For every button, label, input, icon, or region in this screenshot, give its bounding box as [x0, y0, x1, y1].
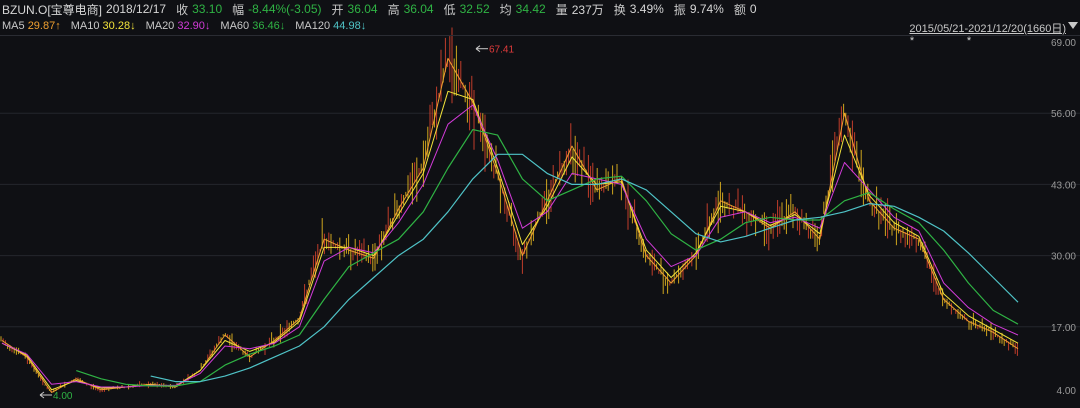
low-label: 低	[443, 2, 456, 17]
low-marker-label: 4.00	[53, 391, 73, 402]
quote-date: 2018/12/17	[106, 2, 167, 16]
event-star-marker: *	[910, 35, 915, 47]
y-tick-label: 17.00	[1051, 323, 1076, 334]
turnover-label: 换	[613, 2, 626, 17]
amount-label: 额	[733, 2, 746, 17]
ma20-arrow: ↓	[204, 20, 211, 32]
ma10-label: MA10	[70, 20, 100, 32]
event-star-marker: *	[967, 35, 972, 47]
ma20-legend: MA20 32.90↓	[146, 20, 211, 32]
date-range-selector[interactable]: 2015/05/21-2021/12/20(1660日)	[909, 20, 1066, 36]
series-line	[1, 57, 1019, 393]
amplitude-label: 振	[673, 2, 686, 17]
y-tick-label: 4.00	[1057, 386, 1077, 397]
close-label: 收	[176, 2, 189, 17]
amount-value: 0	[749, 2, 757, 16]
volume-label: 量	[555, 2, 568, 17]
ma5-arrow: ↑	[55, 20, 61, 32]
ma20-value: 32.90	[177, 20, 205, 32]
low-value: 32.52	[459, 2, 490, 16]
high-marker-label: 67.41	[489, 45, 514, 56]
ma120-arrow: ↓	[360, 20, 367, 32]
ma10-value: 30.28	[102, 20, 131, 32]
kline-chart: 69.00 56.00 43.00 30.00 17.00 4.00 67.41 4.00 * *	[0, 27, 1080, 402]
dropdown-caret-icon[interactable]	[1068, 22, 1078, 29]
y-tick-label: 43.00	[1051, 180, 1076, 191]
volume-value: 237万	[571, 2, 604, 17]
ma60-value: 36.46	[252, 20, 280, 32]
open-label: 开	[331, 2, 344, 17]
ma60-label: MA60	[220, 20, 250, 32]
y-tick-label: 56.00	[1051, 109, 1076, 120]
ma20-label: MA20	[145, 20, 175, 32]
high-value: 36.04	[403, 2, 434, 16]
ma120-legend: MA120 44.98↓	[295, 20, 366, 32]
avg-label: 均	[499, 2, 512, 17]
series-line	[76, 129, 1019, 387]
ma60-arrow: ↓	[279, 20, 286, 32]
close-value: 33.10	[192, 2, 223, 16]
ma120-value: 44.98	[333, 20, 361, 32]
ma5-label: MA5	[2, 20, 25, 32]
turnover-value: 3.49%	[629, 2, 664, 16]
ma-legend: MA5 29.87↑ MA10 30.28↓ MA20 32.90↓ MA60 …	[2, 19, 376, 33]
series-line	[1, 104, 1019, 388]
quote-row: BZUN.O[宝尊电商] 2018/12/17 收 33.10 幅 -8.44%…	[2, 1, 761, 17]
open-value: 36.04	[347, 2, 378, 16]
stock-symbol[interactable]: BZUN.O[宝尊电商]	[2, 1, 102, 18]
header-divider	[0, 35, 1080, 36]
ma5-legend: MA5 29.87↑	[2, 20, 61, 32]
quote-header: BZUN.O[宝尊电商] 2018/12/17 收 33.10 幅 -8.44%…	[0, 0, 1080, 36]
change-label: 幅	[232, 2, 245, 17]
series-line	[150, 153, 1019, 383]
series-line	[1, 90, 1019, 391]
ma5-value: 29.87	[27, 20, 56, 32]
y-tick-label: 30.00	[1051, 252, 1076, 263]
ma10-arrow: ↓	[130, 20, 136, 32]
change-value: -8.44%(-3.05)	[248, 2, 322, 16]
high-label: 高	[387, 2, 400, 17]
y-tick-label: 69.00	[1051, 38, 1076, 49]
avg-value: 34.42	[515, 2, 546, 16]
ma120-label: MA120	[295, 20, 331, 32]
ma60-legend: MA60 36.46↓	[220, 20, 285, 32]
amplitude-value: 9.74%	[689, 2, 724, 16]
ma10-legend: MA10 30.28↓	[71, 20, 136, 32]
